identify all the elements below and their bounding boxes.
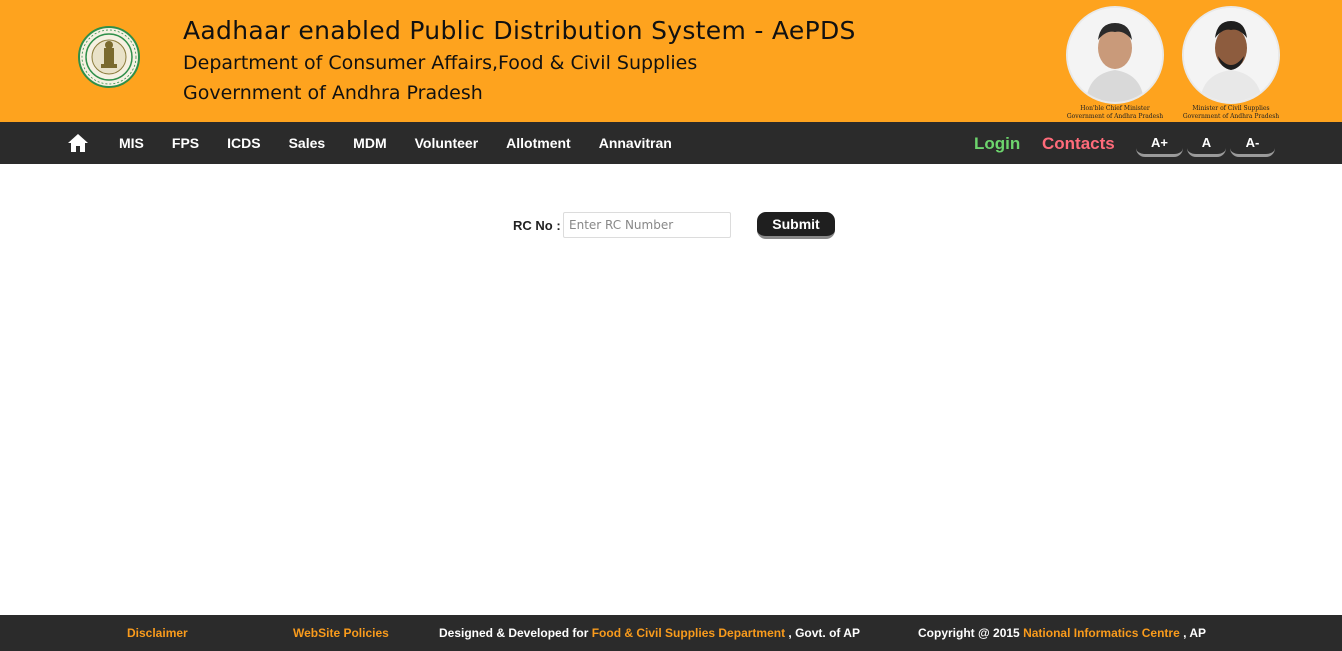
site-title: Aadhaar enabled Public Distribution Syst… bbox=[183, 16, 856, 45]
chief-minister-portrait: Hon'ble Chief Minister Government of And… bbox=[1060, 6, 1170, 120]
submit-button[interactable]: Submit bbox=[757, 212, 835, 239]
site-footer: Disclaimer WebSite Policies Designed & D… bbox=[0, 615, 1342, 651]
main-navbar: MIS FPS ICDS Sales MDM Volunteer Allotme… bbox=[0, 122, 1342, 164]
nic-link[interactable]: National Informatics Centre bbox=[1023, 626, 1180, 640]
contacts-link[interactable]: Contacts bbox=[1042, 134, 1115, 154]
nav-item-mdm[interactable]: MDM bbox=[339, 135, 400, 151]
minister-caption-2: Government of Andhra Pradesh bbox=[1182, 113, 1280, 120]
nav-menu: MIS FPS ICDS Sales MDM Volunteer Allotme… bbox=[105, 122, 686, 164]
civil-supplies-minister-photo bbox=[1182, 6, 1280, 104]
font-decrease-button[interactable]: A- bbox=[1230, 131, 1275, 157]
andhra-pradesh-emblem-icon bbox=[78, 26, 140, 88]
nav-item-annavitran[interactable]: Annavitran bbox=[585, 135, 686, 151]
home-icon[interactable] bbox=[67, 133, 89, 153]
copyright-notice: Copyright @ 2015 National Informatics Ce… bbox=[918, 626, 1206, 640]
person-icon bbox=[1184, 8, 1278, 102]
nav-item-fps[interactable]: FPS bbox=[158, 135, 213, 151]
chief-minister-caption-1: Hon'ble Chief Minister bbox=[1080, 105, 1150, 112]
website-policies-link[interactable]: WebSite Policies bbox=[293, 626, 389, 640]
person-icon bbox=[1068, 8, 1162, 102]
civil-supplies-minister-portrait: Minister of Civil Supplies Government of… bbox=[1176, 6, 1286, 120]
disclaimer-link[interactable]: Disclaimer bbox=[127, 626, 188, 640]
site-header: Aadhaar enabled Public Distribution Syst… bbox=[0, 0, 1342, 122]
rc-number-input[interactable] bbox=[563, 212, 731, 238]
rc-number-label: RC No : bbox=[513, 218, 561, 233]
designed-suffix: , Govt. of AP bbox=[788, 626, 860, 640]
nav-item-allotment[interactable]: Allotment bbox=[492, 135, 585, 151]
nav-item-sales[interactable]: Sales bbox=[275, 135, 340, 151]
government-name: Government of Andhra Pradesh bbox=[183, 82, 483, 104]
designed-developed-credit: Designed & Developed for Food & Civil Su… bbox=[439, 626, 869, 641]
designed-prefix: Designed & Developed for bbox=[439, 626, 589, 640]
header-titles: Aadhaar enabled Public Distribution Syst… bbox=[183, 14, 856, 108]
nav-item-mis[interactable]: MIS bbox=[105, 135, 158, 151]
font-increase-button[interactable]: A+ bbox=[1136, 131, 1183, 157]
food-civil-supplies-link[interactable]: Food & Civil Supplies Department bbox=[592, 626, 785, 640]
nav-item-volunteer[interactable]: Volunteer bbox=[401, 135, 493, 151]
department-name: Department of Consumer Affairs,Food & Ci… bbox=[183, 52, 698, 74]
minister-caption-1: Minister of Civil Supplies bbox=[1192, 105, 1270, 112]
login-link[interactable]: Login bbox=[974, 134, 1020, 154]
copyright-prefix: Copyright @ 2015 bbox=[918, 626, 1020, 640]
chief-minister-caption-2: Government of Andhra Pradesh bbox=[1066, 113, 1164, 120]
nav-item-icds[interactable]: ICDS bbox=[213, 135, 274, 151]
copyright-suffix: , AP bbox=[1183, 626, 1207, 640]
chief-minister-photo bbox=[1066, 6, 1164, 104]
font-reset-button[interactable]: A bbox=[1187, 131, 1226, 157]
